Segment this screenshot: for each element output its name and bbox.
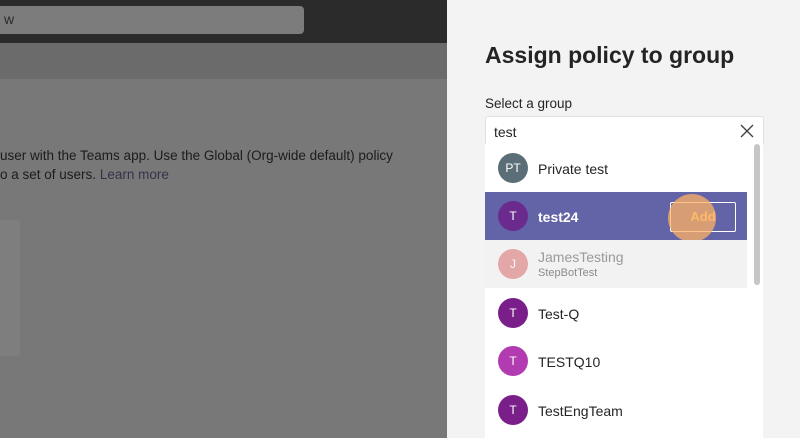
avatar: T <box>498 298 528 328</box>
list-item-test-q[interactable]: T Test-Q <box>485 289 747 337</box>
background-search-text: w <box>4 11 15 27</box>
group-results-dropdown: PT Private test T test24 Add J JamesTest… <box>485 144 763 438</box>
avatar: PT <box>498 153 528 183</box>
click-indicator <box>668 194 716 242</box>
background-search-box: w <box>0 6 304 34</box>
avatar: J <box>498 249 528 279</box>
list-item-testq10[interactable]: T TESTQ10 <box>485 337 747 385</box>
group-name: TestEngTeam <box>538 403 623 419</box>
dropdown-scrollbar[interactable] <box>754 144 760 285</box>
list-item-test24[interactable]: T test24 Add <box>485 192 747 242</box>
background-header-strip <box>0 43 447 79</box>
select-group-label: Select a group <box>485 96 573 111</box>
avatar: T <box>498 346 528 376</box>
learn-more-link[interactable]: Learn more <box>100 167 169 182</box>
background-top-bar: w <box>0 0 447 43</box>
assign-policy-panel: Assign policy to group Select a group te… <box>447 0 800 438</box>
panel-title: Assign policy to group <box>485 42 735 68</box>
group-name: test24 <box>538 209 579 225</box>
group-search-value[interactable]: test <box>494 124 517 140</box>
background-description-line1: user with the Teams app. Use the Global … <box>0 148 393 163</box>
background-card <box>0 220 20 356</box>
group-subtitle: StepBotTest <box>538 267 598 279</box>
group-name: Private test <box>538 161 609 177</box>
avatar: T <box>498 201 528 231</box>
background-description-prefix: o a set of users. <box>0 167 97 182</box>
group-name: TESTQ10 <box>538 354 601 370</box>
list-item-jamestesting: J JamesTesting StepBotTest <box>485 240 747 288</box>
group-name: JamesTesting <box>538 249 624 265</box>
list-item-private-test[interactable]: PT Private test <box>485 144 747 192</box>
background-description-line2: o a set of users. Learn more <box>0 167 169 182</box>
group-search-input[interactable]: test <box>485 116 764 146</box>
group-name: Test-Q <box>538 306 580 322</box>
background-content <box>0 79 447 438</box>
list-item-testengteam[interactable]: T TestEngTeam <box>485 386 747 434</box>
close-icon[interactable] <box>739 123 755 139</box>
avatar: T <box>498 395 528 425</box>
